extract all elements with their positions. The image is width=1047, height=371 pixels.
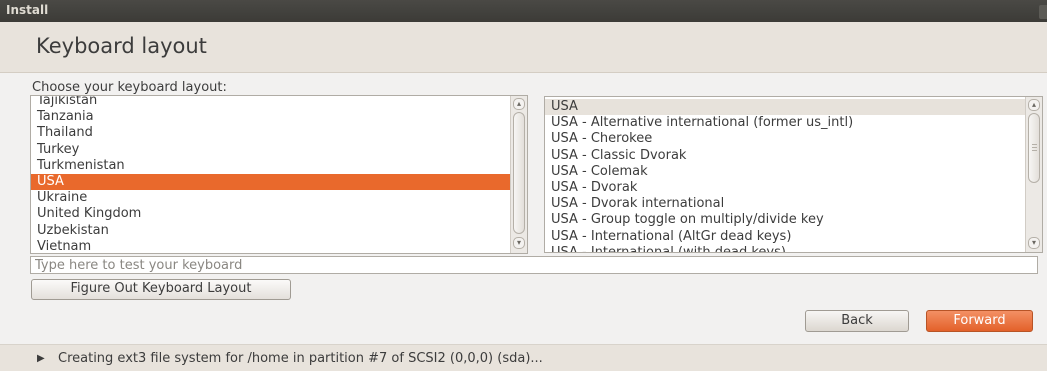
page-header: Keyboard layout [0,22,1047,73]
variant-list-item[interactable]: USA - International (AltGr dead keys) [545,229,1025,245]
triangle-right-icon[interactable]: ▶ [37,353,45,364]
country-list-item[interactable]: Vietnam [31,239,510,253]
country-list-item[interactable]: Thailand [31,125,510,141]
variant-list-item[interactable]: USA - Alternative international (former … [545,115,1025,131]
country-list-item[interactable]: Turkey [31,142,510,158]
chevron-up-icon[interactable]: ▴ [513,98,525,110]
page-title: Keyboard layout [36,34,207,58]
country-list-item[interactable]: Tanzania [31,109,510,125]
figure-out-layout-button[interactable]: Figure Out Keyboard Layout [31,279,291,300]
variant-list-item[interactable]: USA - Dvorak [545,180,1025,196]
country-list-item[interactable]: Turkmenistan [31,158,510,174]
variant-list-item[interactable]: USA - Colemak [545,164,1025,180]
variant-list-item[interactable]: USA - Dvorak international [545,196,1025,212]
country-list-item[interactable]: USA [31,173,510,190]
country-list-item[interactable]: Ukraine [31,190,510,206]
minimize-icon[interactable] [1039,5,1047,19]
variant-scroll-thumb[interactable] [1028,113,1040,183]
status-text: Creating ext3 file system for /home in p… [58,351,543,366]
variant-list-item[interactable]: USA [545,99,1025,115]
status-bar: ▶ Creating ext3 file system for /home in… [0,345,1047,371]
chevron-down-icon[interactable]: ▾ [513,237,525,249]
variant-list-item[interactable]: USA - Classic Dvorak [545,148,1025,164]
variant-list-item[interactable]: USA - Cherokee [545,131,1025,147]
grip-line [1032,147,1037,148]
forward-button[interactable]: Forward [926,310,1033,332]
chevron-up-icon[interactable]: ▴ [1028,99,1040,111]
chevron-down-icon[interactable]: ▾ [1028,237,1040,249]
country-list-item[interactable]: Uzbekistan [31,223,510,239]
country-scroll-thumb[interactable] [513,112,525,234]
layout-prompt-label: Choose your keyboard layout: [32,80,227,95]
country-list[interactable]: Tajikistan Tanzania Thailand Turkey Turkmeni… [30,95,528,254]
country-scrollbar[interactable]: ▴ ▾ [510,96,527,253]
back-button[interactable]: Back [805,310,909,332]
window-title: Install [6,3,49,17]
window-titlebar[interactable]: Install [0,0,1047,22]
keyboard-test-input[interactable] [30,256,1038,274]
grip-line [1032,144,1037,145]
variant-scrollbar[interactable]: ▴ ▾ [1025,97,1042,252]
variant-list-item[interactable]: USA - International (with dead keys) [545,245,1025,252]
country-rows: Tajikistan Tanzania Thailand Turkey Turkmeni… [31,96,510,253]
variant-rows: USA USA - Alternative international (form… [545,99,1025,252]
country-list-item[interactable]: Tajikistan [31,96,510,109]
country-list-item[interactable]: United Kingdom [31,206,510,222]
grip-line [1032,150,1037,151]
variant-list-item[interactable]: USA - Group toggle on multiply/divide ke… [545,212,1025,228]
variant-list[interactable]: USA USA - Alternative international (form… [544,96,1043,253]
